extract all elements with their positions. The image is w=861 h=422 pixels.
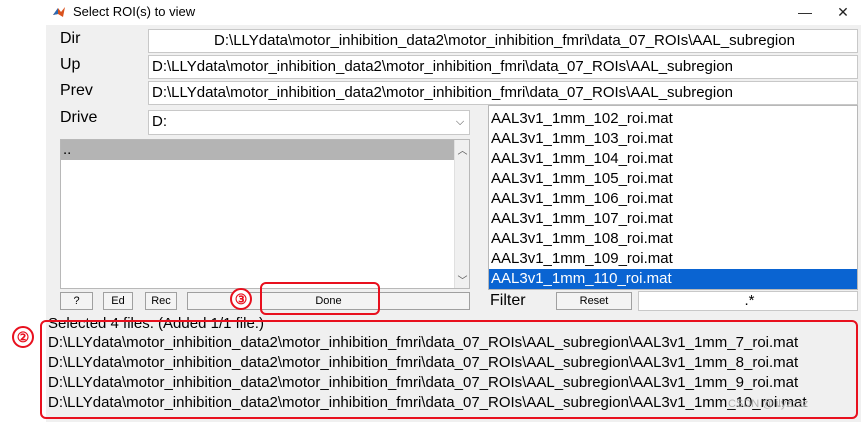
dir-field[interactable]: D:\LLYdata\motor_inhibition_data2\motor_… xyxy=(148,29,858,53)
up-label: Up xyxy=(60,56,81,73)
annotation-box-selected xyxy=(40,320,858,419)
directory-item[interactable]: .. xyxy=(61,140,454,160)
file-item[interactable]: AAL3v1_1mm_107_roi.mat xyxy=(489,209,857,229)
file-items: AAL3v1_1mm_102_roi.mat AAL3v1_1mm_103_ro… xyxy=(489,109,857,289)
file-item[interactable]: AAL3v1_1mm_104_roi.mat xyxy=(489,149,857,169)
rec-button[interactable]: Rec xyxy=(145,292,177,310)
file-item-selected[interactable]: AAL3v1_1mm_110_roi.mat xyxy=(489,269,857,289)
reset-button[interactable]: Reset xyxy=(556,292,632,310)
file-item[interactable]: AAL3v1_1mm_106_roi.mat xyxy=(489,189,857,209)
file-list[interactable]: AAL3v1_1mm_102_roi.mat AAL3v1_1mm_103_ro… xyxy=(488,105,858,290)
prev-field[interactable]: D:\LLYdata\motor_inhibition_data2\motor_… xyxy=(148,81,858,105)
drive-select[interactable]: D: ⌵ xyxy=(148,110,470,135)
ed-button[interactable]: Ed xyxy=(103,292,133,310)
drive-label: Drive xyxy=(60,109,98,126)
file-item[interactable]: AAL3v1_1mm_108_roi.mat xyxy=(489,229,857,249)
annotation-marker-2: ② xyxy=(12,326,34,348)
matlab-icon xyxy=(53,7,65,17)
scroll-down-icon[interactable]: ﹀ xyxy=(455,272,469,287)
title-bar: Select ROI(s) to view — ✕ xyxy=(0,0,861,25)
up-field[interactable]: D:\LLYdata\motor_inhibition_data2\motor_… xyxy=(148,55,858,79)
filter-input[interactable]: .* xyxy=(638,291,858,311)
window-title: Select ROI(s) to view xyxy=(73,4,196,19)
file-item[interactable]: AAL3v1_1mm_105_roi.mat xyxy=(489,169,857,189)
drive-value: D: xyxy=(152,113,167,130)
annotation-box-done xyxy=(260,282,380,315)
dir-label: Dir xyxy=(60,30,81,47)
directory-list[interactable]: .. ︿ ﹀ xyxy=(60,139,470,289)
directory-item-label: .. xyxy=(63,141,72,158)
scroll-up-icon[interactable]: ︿ xyxy=(455,142,469,157)
file-item[interactable]: AAL3v1_1mm_109_roi.mat xyxy=(489,249,857,269)
minimize-button[interactable]: — xyxy=(788,0,822,25)
annotation-marker-3: ③ xyxy=(230,288,252,310)
help-button[interactable]: ? xyxy=(60,292,93,310)
prev-label: Prev xyxy=(60,82,93,99)
file-item[interactable]: AAL3v1_1mm_102_roi.mat xyxy=(489,109,857,129)
close-button[interactable]: ✕ xyxy=(826,0,860,25)
filter-label: Filter xyxy=(490,292,526,309)
chevron-down-icon[interactable]: ⌵ xyxy=(453,115,467,129)
file-item[interactable]: AAL3v1_1mm_103_roi.mat xyxy=(489,129,857,149)
directory-scrollbar[interactable]: ︿ ﹀ xyxy=(454,140,469,288)
